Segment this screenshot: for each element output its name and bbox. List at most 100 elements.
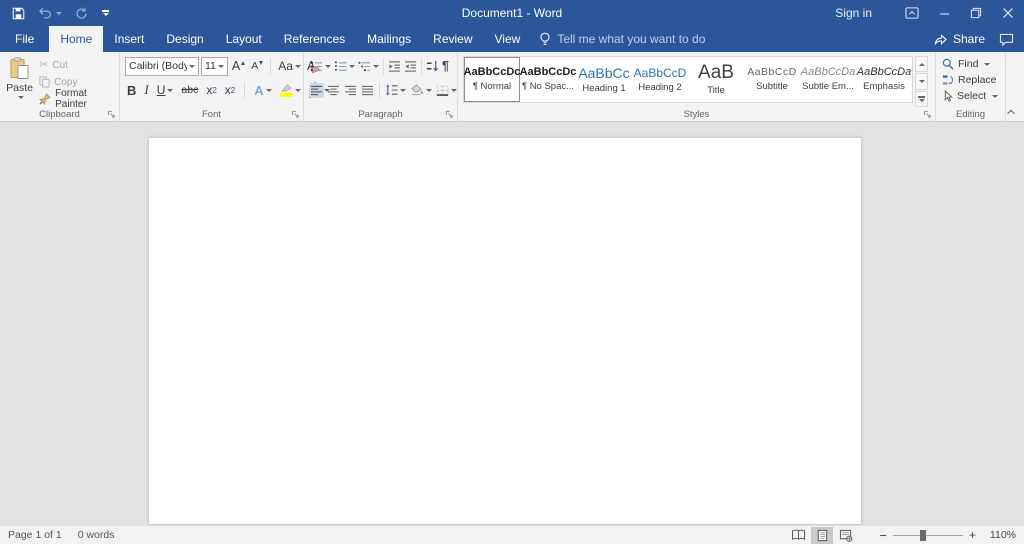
document-area bbox=[0, 122, 1024, 525]
group-editing: Find Replace Select Editing bbox=[936, 52, 1006, 121]
multilevel-list-button[interactable] bbox=[357, 59, 380, 74]
sort-icon bbox=[426, 60, 439, 72]
minimize-icon[interactable] bbox=[928, 0, 960, 26]
highlight-color-button[interactable] bbox=[278, 82, 303, 98]
style-title[interactable]: AaB Title bbox=[688, 57, 744, 102]
change-case-button[interactable]: Aa bbox=[276, 58, 303, 74]
bold-button[interactable]: B bbox=[125, 82, 138, 99]
styles-scroll-up-icon[interactable] bbox=[915, 56, 928, 72]
align-center-button[interactable] bbox=[326, 83, 341, 98]
sort-button[interactable] bbox=[425, 58, 440, 74]
font-size-value: 11 bbox=[205, 60, 216, 72]
select-icon bbox=[942, 90, 953, 102]
select-button[interactable]: Select bbox=[938, 88, 1003, 104]
find-icon bbox=[942, 58, 954, 70]
status-bar: Page 1 of 1 0 words − + 110% bbox=[0, 525, 1024, 544]
group-paragraph: ¶ bbox=[304, 52, 458, 121]
style-heading-1[interactable]: AaBbCc Heading 1 bbox=[576, 57, 632, 102]
tab-file[interactable]: File bbox=[0, 26, 49, 52]
share-button[interactable]: Share bbox=[933, 32, 985, 46]
collapse-ribbon-icon[interactable] bbox=[1005, 107, 1017, 117]
align-left-button[interactable] bbox=[309, 83, 324, 98]
strikethrough-button[interactable]: abc bbox=[179, 83, 200, 97]
zoom-level[interactable]: 110% bbox=[988, 529, 1016, 541]
sign-in-link[interactable]: Sign in bbox=[835, 6, 872, 20]
zoom-slider[interactable] bbox=[893, 535, 963, 536]
font-name-select[interactable]: Calibri (Body) bbox=[125, 57, 199, 76]
find-button[interactable]: Find bbox=[938, 56, 1003, 72]
subscript-button[interactable]: x2 bbox=[204, 82, 218, 98]
styles-more-icon[interactable] bbox=[915, 91, 928, 107]
tell-me-box[interactable]: Tell me what you want to do bbox=[539, 26, 705, 52]
style-subtitle[interactable]: AaBbCcD Subtitle bbox=[744, 57, 800, 102]
italic-button[interactable]: I bbox=[142, 81, 150, 99]
undo-icon[interactable] bbox=[38, 7, 62, 19]
numbering-button[interactable] bbox=[333, 59, 356, 74]
find-label: Find bbox=[958, 58, 978, 70]
justify-button[interactable] bbox=[360, 83, 375, 98]
tab-references[interactable]: References bbox=[273, 26, 356, 52]
line-spacing-button[interactable] bbox=[384, 82, 407, 98]
decrease-indent-icon bbox=[388, 61, 401, 72]
close-icon[interactable] bbox=[992, 0, 1024, 26]
word-count-status[interactable]: 0 words bbox=[78, 529, 115, 541]
tab-design[interactable]: Design bbox=[155, 26, 214, 52]
zoom-slider-handle[interactable] bbox=[920, 530, 926, 541]
underline-button[interactable]: U bbox=[155, 82, 176, 98]
tab-layout[interactable]: Layout bbox=[215, 26, 273, 52]
numbering-icon bbox=[334, 61, 347, 72]
document-page[interactable] bbox=[148, 137, 862, 525]
grow-font-button[interactable]: A bbox=[230, 59, 247, 74]
ribbon-display-icon[interactable] bbox=[896, 0, 928, 26]
superscript-button[interactable]: x2 bbox=[223, 82, 237, 98]
style-normal[interactable]: AaBbCcDc ¶ Normal bbox=[464, 57, 520, 102]
group-clipboard: Paste ✂ Cut Copy Format Painter bbox=[0, 52, 120, 121]
paste-button[interactable]: Paste bbox=[2, 54, 37, 107]
lightbulb-icon bbox=[539, 32, 551, 47]
font-size-select[interactable]: 11 bbox=[201, 57, 228, 76]
style-no-spacing[interactable]: AaBbCcDc ¶ No Spac... bbox=[520, 57, 576, 102]
align-center-icon bbox=[327, 85, 340, 96]
shading-button[interactable] bbox=[409, 82, 433, 98]
replace-button[interactable]: Replace bbox=[938, 72, 1003, 88]
tab-insert[interactable]: Insert bbox=[103, 26, 155, 52]
restore-icon[interactable] bbox=[960, 0, 992, 26]
align-right-button[interactable] bbox=[343, 83, 358, 98]
shrink-font-button[interactable]: A bbox=[249, 60, 265, 73]
style-emphasis[interactable]: AaBbCcDa Emphasis bbox=[856, 57, 912, 102]
group-font: Calibri (Body) 11 A A Aa A B I bbox=[120, 52, 304, 121]
format-painter-icon bbox=[39, 93, 51, 105]
read-mode-icon[interactable] bbox=[787, 527, 809, 544]
qat-customize-icon[interactable] bbox=[101, 10, 109, 16]
zoom-out-icon[interactable]: − bbox=[873, 528, 893, 543]
decrease-indent-button[interactable] bbox=[387, 59, 402, 74]
borders-button[interactable] bbox=[435, 83, 458, 98]
tab-view[interactable]: View bbox=[484, 26, 532, 52]
text-effects-button[interactable]: A bbox=[252, 82, 273, 99]
increase-indent-button[interactable] bbox=[403, 59, 418, 74]
replace-label: Replace bbox=[958, 74, 997, 86]
cut-button[interactable]: ✂ Cut bbox=[37, 58, 117, 74]
print-layout-icon[interactable] bbox=[811, 527, 833, 544]
tab-mailings[interactable]: Mailings bbox=[356, 26, 422, 52]
comment-icon[interactable] bbox=[999, 33, 1014, 46]
borders-icon bbox=[436, 85, 449, 96]
pilcrow-icon: ¶ bbox=[442, 59, 449, 73]
quick-access-toolbar bbox=[12, 7, 109, 20]
style-heading-2[interactable]: AaBbCcD Heading 2 bbox=[632, 57, 688, 102]
style-subtle-emphasis[interactable]: AaBbCcDa Subtle Em... bbox=[800, 57, 856, 102]
styles-scroll-down-icon[interactable] bbox=[915, 73, 928, 89]
web-layout-icon[interactable] bbox=[835, 527, 857, 544]
bullets-icon bbox=[310, 61, 323, 72]
tell-me-label: Tell me what you want to do bbox=[557, 32, 705, 46]
tab-home[interactable]: Home bbox=[49, 26, 103, 52]
redo-icon[interactable] bbox=[75, 7, 88, 20]
save-icon[interactable] bbox=[12, 7, 25, 20]
format-painter-button[interactable]: Format Painter bbox=[37, 91, 117, 107]
zoom-in-icon[interactable]: + bbox=[963, 528, 982, 542]
styles-group-label: Styles bbox=[458, 109, 935, 120]
page-count-status[interactable]: Page 1 of 1 bbox=[8, 529, 62, 541]
bullets-button[interactable] bbox=[309, 59, 332, 74]
tab-review[interactable]: Review bbox=[422, 26, 483, 52]
show-hide-pilcrow-button[interactable]: ¶ bbox=[441, 57, 450, 75]
